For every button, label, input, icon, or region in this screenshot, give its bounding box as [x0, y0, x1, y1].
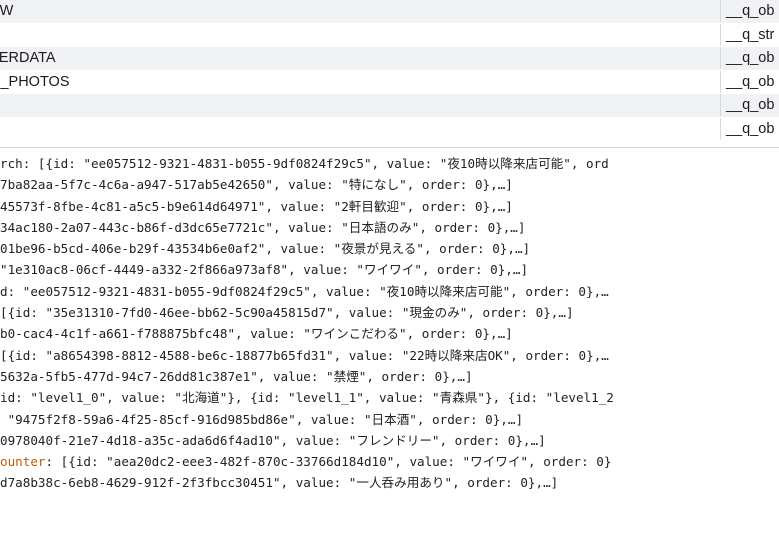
console-line[interactable]: [{id: "35e31310-7fd0-46ee-bb62-5c90a4581… — [0, 302, 779, 323]
property-type: __q_ob — [720, 94, 779, 116]
console-line[interactable]: rch: [{id: "ee057512-9321-4831-b055-9df0… — [0, 153, 779, 174]
console-text: 34ac180-2a07-443c-b86f-d3dc65e7721c", va… — [0, 219, 526, 235]
property-name — [0, 94, 690, 116]
table-row[interactable]: TERDATA __q_ob — [0, 47, 779, 71]
table-row[interactable]: __q_ob — [0, 117, 779, 141]
property-type: __q_str — [720, 23, 779, 46]
console-text: "1e310ac8-06cf-4449-a332-2f866a973af8", … — [0, 262, 529, 278]
console-output: rch: [{id: "ee057512-9321-4831-b055-9df0… — [0, 153, 779, 552]
console-text: : [{id: "aea20dc2-eee3-482f-870c-33766d1… — [45, 454, 612, 470]
console-text: 5632a-5fb5-477d-94c7-26dd81c387e1", valu… — [0, 368, 473, 384]
property-type: __q_ob — [720, 47, 779, 69]
property-type: __q_ob — [720, 70, 779, 93]
property-name: TERDATA — [0, 50, 56, 66]
table-row[interactable]: U_PHOTOS __q_ob — [0, 70, 779, 94]
console-text: 0978040f-21e7-4d18-a35c-ada6d6f4ad10", v… — [0, 432, 546, 448]
console-line[interactable]: "9475f2f8-59a6-4f25-85cf-916d985bd86e", … — [0, 409, 779, 430]
console-text: b0-cac4-4c1f-a661-f788875bfc48", value: … — [0, 326, 513, 342]
console-text: rch: [{id: "ee057512-9321-4831-b055-9df0… — [0, 156, 609, 171]
console-line[interactable]: d: "ee057512-9321-4831-b055-9df0824f29c5… — [0, 281, 779, 302]
console-text: 01be96-b5cd-406e-b29f-43534b6e0af2", val… — [0, 241, 531, 257]
console-text: [{id: "a8654398-8812-4588-be6c-18877b65f… — [0, 347, 609, 363]
console-text: id: "level1_0", value: "北海道"}, {id: "lev… — [0, 390, 614, 406]
table-row[interactable]: EW __q_ob — [0, 0, 779, 24]
console-text: d7a8b38c-6eb8-4629-912f-2f3fbcc30451", v… — [0, 475, 559, 491]
console-line[interactable]: b0-cac4-4c1f-a661-f788875bfc48", value: … — [0, 323, 779, 344]
table-row[interactable]: __q_str — [0, 23, 779, 47]
property-name: EW — [0, 3, 14, 19]
console-text: d: "ee057512-9321-4831-b055-9df0824f29c5… — [0, 283, 609, 299]
table-row[interactable]: __q_ob — [0, 94, 779, 118]
console-line[interactable]: d7a8b38c-6eb8-4629-912f-2f3fbcc30451", v… — [0, 472, 779, 493]
panel-divider[interactable] — [0, 147, 779, 148]
properties-table: EW __q_ob __q_str TERDATA __q_ob U_PHOTO… — [0, 0, 779, 141]
console-text: 7ba82aa-5f7c-4c6a-a947-517ab5e42650", va… — [0, 177, 513, 193]
console-line[interactable]: 0978040f-21e7-4d18-a35c-ada6d6f4ad10", v… — [0, 430, 779, 451]
console-line[interactable]: "1e310ac8-06cf-4449-a332-2f866a973af8", … — [0, 259, 779, 280]
property-type: __q_ob — [720, 0, 779, 22]
property-type: __q_ob — [720, 117, 779, 140]
console-line[interactable]: 45573f-8fbe-4c81-a5c5-b9e614d64971", val… — [0, 196, 779, 217]
console-key: ounter — [0, 454, 46, 470]
property-name — [0, 118, 690, 140]
console-line[interactable]: 5632a-5fb5-477d-94c7-26dd81c387e1", valu… — [0, 366, 779, 387]
console-line[interactable]: 7ba82aa-5f7c-4c6a-a947-517ab5e42650", va… — [0, 174, 779, 195]
console-line[interactable]: id: "level1_0", value: "北海道"}, {id: "lev… — [0, 387, 779, 408]
console-text: "9475f2f8-59a6-4f25-85cf-916d985bd86e", … — [0, 411, 524, 427]
property-name: U_PHOTOS — [0, 73, 70, 90]
console-text: [{id: "35e31310-7fd0-46ee-bb62-5c90a4581… — [0, 305, 574, 321]
console-line[interactable]: 34ac180-2a07-443c-b86f-d3dc65e7721c", va… — [0, 217, 779, 238]
console-line[interactable]: [{id: "a8654398-8812-4588-be6c-18877b65f… — [0, 345, 779, 366]
console-line[interactable]: ounter: [{id: "aea20dc2-eee3-482f-870c-3… — [0, 451, 779, 472]
console-text: 45573f-8fbe-4c81-a5c5-b9e614d64971", val… — [0, 198, 513, 214]
property-name — [0, 24, 690, 46]
console-line[interactable]: 01be96-b5cd-406e-b29f-43534b6e0af2", val… — [0, 238, 779, 259]
